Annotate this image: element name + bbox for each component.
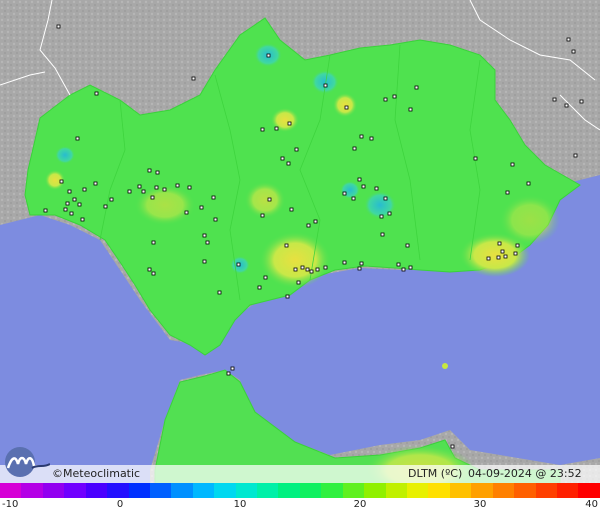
cool-spot-northeast xyxy=(311,70,339,94)
scale-swatch xyxy=(492,483,515,498)
scale-tick-label: 40 xyxy=(585,499,598,510)
scale-swatch xyxy=(171,483,193,498)
scale-swatch xyxy=(128,483,150,498)
scale-swatch xyxy=(407,483,429,498)
scale-swatch xyxy=(449,483,472,498)
temperature-map xyxy=(0,0,600,517)
scale-swatch xyxy=(85,483,108,498)
warm-spot-malaga xyxy=(260,232,330,288)
scale-swatch xyxy=(385,483,408,498)
scale-swatch xyxy=(514,483,536,498)
scale-swatch xyxy=(535,483,557,498)
warm-spot-granada xyxy=(245,182,285,218)
scale-swatch xyxy=(42,483,65,498)
scale-swatch xyxy=(364,483,386,498)
meteoclimatic-logo-icon xyxy=(5,447,50,477)
scale-tick-label: 20 xyxy=(353,499,367,510)
scale-swatch xyxy=(342,483,365,498)
color-scale-bar xyxy=(0,483,600,498)
scale-tick-label: 10 xyxy=(233,499,247,510)
scale-swatch xyxy=(471,483,493,498)
scale-swatch xyxy=(578,483,600,498)
scale-tick-label: 0 xyxy=(116,499,124,510)
scale-swatch xyxy=(321,483,343,498)
scale-swatch xyxy=(257,483,279,498)
warm-spot-east xyxy=(500,195,560,245)
scale-swatch xyxy=(192,483,215,498)
scale-swatch xyxy=(0,483,22,498)
scale-tick-label: -10 xyxy=(2,499,19,510)
alboran-island xyxy=(442,363,448,369)
cool-spot-center xyxy=(340,181,360,199)
scale-swatch xyxy=(278,483,300,498)
variable-label: DLTM (ºC) xyxy=(408,467,463,480)
scale-swatch xyxy=(21,483,43,498)
scale-swatch xyxy=(299,483,322,498)
scale-swatch xyxy=(64,483,86,498)
scale-swatch xyxy=(214,483,236,498)
copyright-symbol: © xyxy=(52,467,63,480)
color-scale-ticks: -10 0 10 20 30 40 xyxy=(0,498,600,517)
scale-swatch xyxy=(149,483,172,498)
brand-name: Meteoclimatic xyxy=(63,467,141,480)
scale-swatch xyxy=(556,483,579,498)
scale-swatch xyxy=(428,483,450,498)
brand-label: ©Meteoclimatic xyxy=(52,466,140,482)
warm-spot-jaen xyxy=(333,93,357,117)
scale-swatch xyxy=(107,483,129,498)
scale-tick-label: 30 xyxy=(473,499,487,510)
cool-spot-west xyxy=(55,146,75,164)
scale-swatch xyxy=(235,483,258,498)
